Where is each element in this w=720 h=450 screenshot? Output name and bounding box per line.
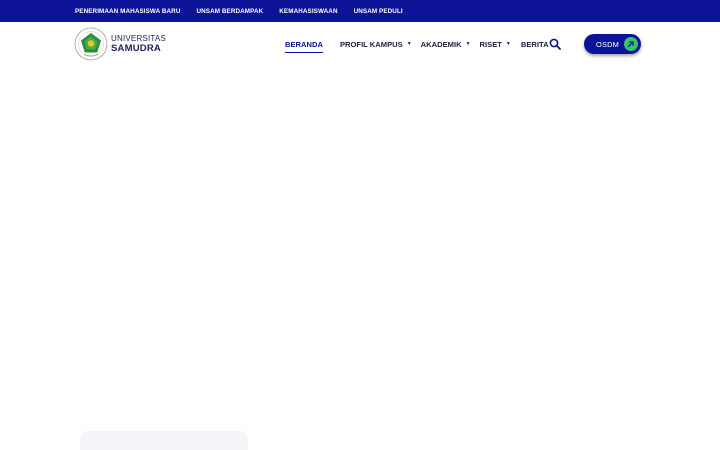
nav-item-profil-kampus[interactable]: PROFIL KAMPUS ▼ <box>340 40 412 49</box>
caret-down-icon: ▼ <box>406 41 412 47</box>
logo-text: UNIVERSITAS SAMUDRA <box>111 33 166 54</box>
nav-item-label: BERITA <box>520 39 549 49</box>
topbar-link-peduli[interactable]: UNSAM PEDULI <box>354 8 403 15</box>
topbar-link-berdampak[interactable]: UNSAM BERDAMPAK <box>196 8 263 15</box>
topbar-link-kemahasiswaan[interactable]: KEMAHASISWAAN <box>279 8 337 15</box>
nav-item-riset[interactable]: RISET ▼ <box>480 40 511 49</box>
arrow-up-right-icon <box>624 37 638 51</box>
site-logo[interactable]: UNIVERSITAS SAMUDRA <box>74 27 166 61</box>
nav-item-label: RISET <box>479 39 502 49</box>
logo-line-universitas: UNIVERSITAS <box>111 33 166 43</box>
osdm-button[interactable]: OSDM <box>584 34 641 54</box>
caret-down-icon: ▼ <box>505 41 511 47</box>
nav-item-label: BERANDA <box>285 39 323 49</box>
osdm-button-label: OSDM <box>596 39 619 49</box>
content-card-peek <box>80 431 248 450</box>
search-icon[interactable] <box>549 38 561 50</box>
university-emblem-icon <box>74 27 108 61</box>
nav-item-label: AKADEMIK <box>420 39 462 49</box>
nav-item-berita[interactable]: BERITA <box>521 40 549 49</box>
nav-item-beranda[interactable]: BERANDA <box>285 39 323 53</box>
logo-line-samudra: SAMUDRA <box>111 42 161 54</box>
nav-item-akademik[interactable]: AKADEMIK ▼ <box>421 40 471 49</box>
main-navbar: UNIVERSITAS SAMUDRA BERANDA PROFIL KAMPU… <box>0 22 720 66</box>
caret-down-icon: ▼ <box>465 41 471 47</box>
top-utility-bar: PENERIMAAN MAHASISWA BARU UNSAM BERDAMPA… <box>0 0 720 22</box>
topbar-link-penerimaan[interactable]: PENERIMAAN MAHASISWA BARU <box>75 8 180 15</box>
primary-menu: BERANDA PROFIL KAMPUS ▼ AKADEMIK ▼ RISET… <box>285 22 549 66</box>
nav-item-label: PROFIL KAMPUS <box>339 39 403 49</box>
